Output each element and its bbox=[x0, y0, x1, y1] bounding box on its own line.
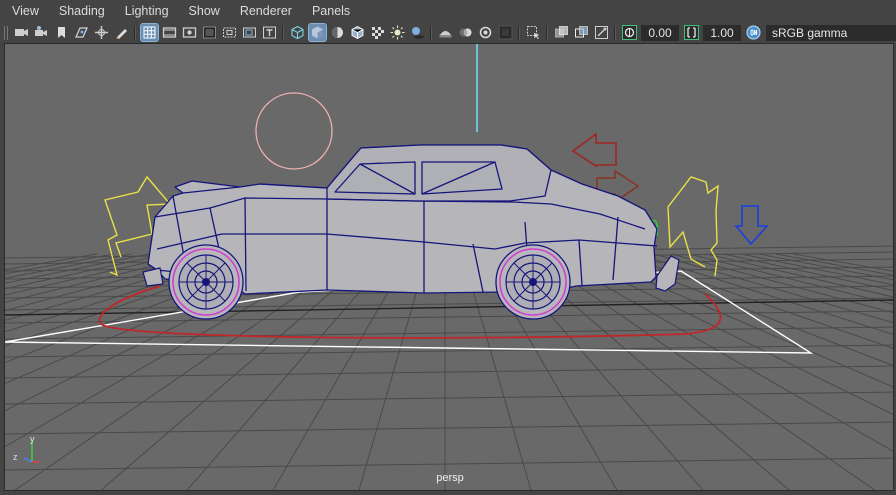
field-chart-icon[interactable] bbox=[221, 24, 238, 41]
grease-pencil-icon[interactable] bbox=[113, 24, 130, 41]
rear-arrow-control[interactable] bbox=[571, 132, 617, 168]
toolbar-separator bbox=[546, 25, 548, 40]
two-d-pan-zoom-icon[interactable] bbox=[93, 24, 110, 41]
resolution-gate-icon[interactable] bbox=[181, 24, 198, 41]
toolbar-separator bbox=[614, 25, 616, 40]
toolbar-separator bbox=[282, 25, 284, 40]
camera-select-icon[interactable] bbox=[13, 24, 30, 41]
toolbar-separator bbox=[134, 25, 136, 40]
view-axis-indicator: y z bbox=[13, 436, 40, 463]
scene-canvas[interactable] bbox=[5, 44, 894, 491]
toolbar-separator bbox=[430, 25, 432, 40]
gamma-field[interactable] bbox=[703, 24, 741, 41]
panel-menu-bar: View Shading Lighting Show Renderer Pane… bbox=[0, 0, 896, 23]
color-space-label[interactable]: sRGB gamma bbox=[766, 24, 896, 41]
camera-attributes-icon[interactable] bbox=[33, 24, 50, 41]
use-all-lights-icon[interactable] bbox=[389, 24, 406, 41]
safe-action-icon[interactable] bbox=[241, 24, 258, 41]
grid-icon[interactable] bbox=[139, 23, 159, 42]
menu-panels[interactable]: Panels bbox=[300, 0, 358, 23]
textured-icon[interactable] bbox=[369, 24, 386, 41]
isolate-select-icon[interactable] bbox=[525, 24, 542, 41]
depth-of-field-icon[interactable] bbox=[497, 24, 514, 41]
camera-name-label: persp bbox=[436, 472, 464, 484]
exposure-icon[interactable] bbox=[621, 24, 638, 41]
xray-icon[interactable] bbox=[553, 24, 570, 41]
shadows-icon[interactable] bbox=[409, 24, 426, 41]
screen-space-ao-icon[interactable] bbox=[437, 24, 454, 41]
exposure-field[interactable] bbox=[641, 24, 679, 41]
color-management-icon[interactable] bbox=[745, 24, 762, 41]
xray-joints-icon[interactable] bbox=[593, 24, 610, 41]
wireframe-on-shaded-icon[interactable] bbox=[349, 24, 366, 41]
gamma-icon[interactable] bbox=[683, 24, 700, 41]
rear-wheel[interactable] bbox=[168, 244, 244, 320]
front-wheel[interactable] bbox=[495, 244, 571, 320]
smooth-shade-icon[interactable] bbox=[307, 23, 327, 42]
wireframe-icon[interactable] bbox=[289, 24, 306, 41]
maya-viewport-panel: View Shading Lighting Show Renderer Pane… bbox=[0, 0, 896, 495]
gate-mask-icon[interactable] bbox=[201, 24, 218, 41]
motion-blur-icon[interactable] bbox=[457, 24, 474, 41]
default-material-icon[interactable] bbox=[329, 24, 346, 41]
toolbar-grip[interactable] bbox=[4, 25, 9, 40]
menu-shading[interactable]: Shading bbox=[47, 0, 113, 23]
image-plane-icon[interactable] bbox=[73, 24, 90, 41]
multisample-aa-icon[interactable] bbox=[477, 24, 494, 41]
safe-title-icon[interactable] bbox=[261, 24, 278, 41]
axis-label-y: y bbox=[30, 436, 35, 444]
xray-active-components-icon[interactable] bbox=[573, 24, 590, 41]
panel-toolbar: sRGB gamma bbox=[0, 23, 896, 42]
menu-renderer[interactable]: Renderer bbox=[228, 0, 300, 23]
film-gate-icon[interactable] bbox=[161, 24, 178, 41]
blue-arrow-control[interactable] bbox=[734, 205, 770, 246]
axis-label-z: z bbox=[13, 452, 18, 462]
menu-show[interactable]: Show bbox=[177, 0, 228, 23]
rear-bumper[interactable] bbox=[142, 267, 164, 287]
menu-view[interactable]: View bbox=[0, 0, 47, 23]
toolbar-separator bbox=[518, 25, 520, 40]
menu-lighting[interactable]: Lighting bbox=[113, 0, 177, 23]
light-circle-control[interactable] bbox=[255, 92, 333, 170]
3d-viewport[interactable]: y z persp bbox=[4, 43, 894, 491]
bookmark-icon[interactable] bbox=[53, 24, 70, 41]
